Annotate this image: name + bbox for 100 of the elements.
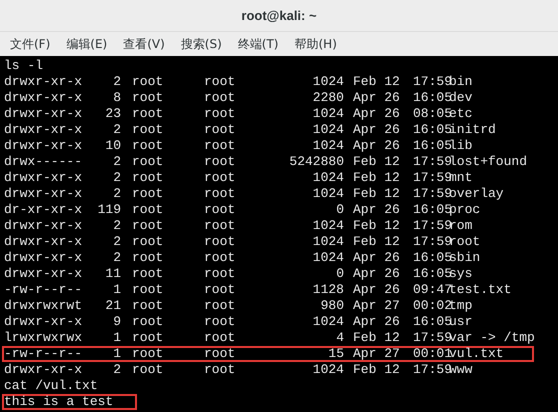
owner-text: root — [132, 185, 164, 204]
group-text: root — [204, 73, 236, 92]
size-text: 1128 — [312, 281, 344, 300]
size-text: 1024 — [312, 185, 344, 204]
size-text: 1024 — [312, 217, 344, 236]
date-text: Feb 12 — [353, 361, 401, 380]
menu-item[interactable]: 帮助(H) — [294, 35, 337, 53]
permissions-text: drwxr-xr-x — [4, 217, 84, 236]
links-count: 10 — [104, 137, 121, 156]
links-count: 2 — [112, 249, 121, 268]
group-text: root — [204, 313, 236, 332]
links-count: 21 — [104, 297, 121, 316]
size-text: 980 — [320, 297, 344, 316]
permissions-text: drwxr-xr-x — [4, 89, 84, 108]
size-text: 0 — [335, 201, 344, 220]
date-text: Apr 26 — [353, 201, 401, 220]
group-text: root — [204, 153, 236, 172]
size-text: 1024 — [312, 361, 344, 380]
size-text: 1024 — [312, 313, 344, 332]
command-text: ls -l — [3, 58, 44, 74]
size-text: 5242880 — [288, 153, 344, 172]
date-text: Apr 27 — [353, 345, 401, 364]
permissions-text: drwx------ — [4, 153, 84, 172]
owner-text: root — [132, 361, 164, 380]
links-count: 2 — [112, 233, 121, 252]
time-text: 16:05 — [413, 313, 449, 332]
menu-item[interactable]: 搜索(S) — [180, 35, 222, 53]
output-text: this is a test — [2, 394, 138, 410]
owner-text: root — [132, 281, 164, 300]
menu-item[interactable]: 终端(T) — [238, 35, 278, 53]
size-text: 2280 — [312, 89, 344, 108]
time-text: 09:47 — [413, 281, 449, 300]
size-text: 1024 — [312, 249, 344, 268]
links-count: 2 — [112, 73, 121, 92]
file-name: lib — [449, 137, 472, 156]
date-text: Feb 12 — [353, 185, 401, 204]
group-text: root — [204, 185, 236, 204]
menu-item[interactable]: 编辑(E) — [66, 35, 108, 53]
size-text: 1024 — [312, 233, 344, 252]
links-count: 2 — [112, 153, 121, 172]
permissions-text: drwxr-xr-x — [4, 361, 84, 380]
permissions-text: drwxr-xr-x — [4, 265, 84, 284]
size-text: 15 — [327, 345, 344, 364]
links-count: 9 — [112, 313, 121, 332]
date-text: Feb 12 — [353, 329, 401, 348]
date-text: Apr 26 — [353, 313, 401, 332]
time-text: 17:59 — [413, 329, 449, 348]
date-text: Feb 12 — [353, 153, 401, 172]
group-text: root — [204, 265, 236, 284]
permissions-text: drwxr-xr-x — [4, 73, 84, 92]
owner-text: root — [132, 105, 164, 124]
time-text: 17:59 — [413, 233, 449, 252]
owner-text: root — [132, 249, 164, 268]
time-text: 16:05 — [413, 201, 449, 220]
time-text: 16:05 — [413, 265, 449, 284]
owner-text: root — [132, 121, 164, 140]
group-text: root — [204, 281, 236, 300]
permissions-text: -rw-r--r-- — [4, 345, 84, 364]
file-name: tmp — [449, 297, 472, 316]
size-text: 1024 — [312, 105, 344, 124]
links-count: 2 — [112, 121, 121, 140]
links-count: 1 — [112, 281, 121, 300]
group-text: root — [204, 329, 236, 348]
owner-text: root — [132, 297, 164, 316]
links-count: 23 — [104, 105, 121, 124]
time-text: 17:59 — [413, 73, 449, 92]
file-name: lost+found — [449, 153, 528, 172]
menu-item[interactable]: 文件(F) — [10, 35, 50, 53]
time-text: 17:59 — [413, 217, 449, 236]
owner-text: root — [132, 233, 164, 252]
owner-text: root — [132, 345, 164, 364]
date-text: Apr 26 — [353, 121, 401, 140]
owner-text: root — [132, 313, 164, 332]
owner-text: root — [132, 265, 164, 284]
date-text: Apr 26 — [353, 265, 401, 284]
links-count: 2 — [112, 361, 121, 380]
links-count: 8 — [112, 89, 121, 108]
permissions-text: drwxr-xr-x — [4, 137, 84, 156]
group-text: root — [204, 201, 236, 220]
time-text: 17:59 — [413, 153, 449, 172]
group-text: root — [204, 361, 236, 380]
date-text: Feb 12 — [353, 217, 401, 236]
permissions-text: lrwxrwxrwx — [4, 329, 84, 348]
links-count: 2 — [112, 169, 121, 188]
date-text: Feb 12 — [353, 73, 401, 92]
menu-item[interactable]: 查看(V) — [123, 35, 165, 53]
date-text: Apr 26 — [353, 105, 401, 124]
command-text: cat /vul.txt — [3, 378, 99, 394]
size-text: 0 — [335, 265, 344, 284]
group-text: root — [204, 105, 236, 124]
owner-text: root — [132, 217, 164, 236]
group-text: root — [204, 233, 236, 252]
date-text: Apr 26 — [353, 137, 401, 156]
time-text: 16:05 — [413, 137, 449, 156]
permissions-text: drwxr-xr-x — [4, 313, 84, 332]
date-text: Apr 27 — [353, 297, 401, 316]
permissions-text: drwxr-xr-x — [4, 185, 84, 204]
permissions-text: drwxr-xr-x — [4, 121, 84, 140]
size-text: 1024 — [312, 73, 344, 92]
permissions-text: drwxr-xr-x — [4, 105, 84, 124]
